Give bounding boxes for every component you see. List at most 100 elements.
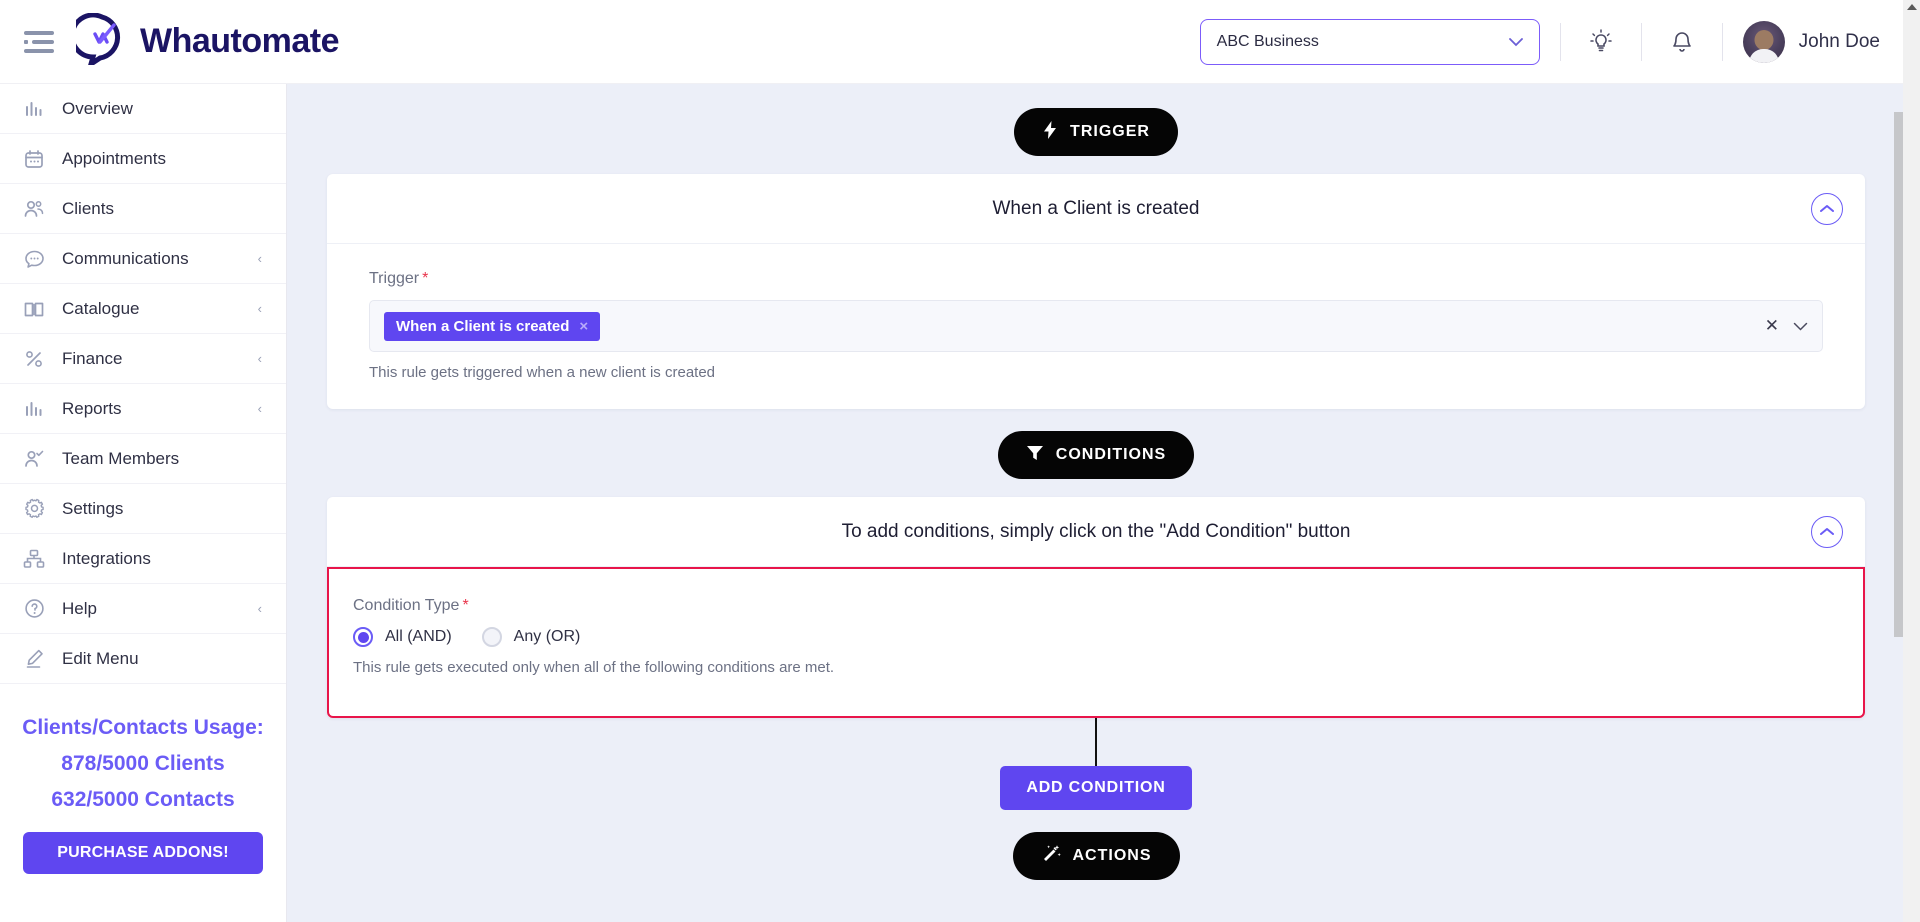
conditions-card-body: Condition Type * All (AND) Any (OR) This … [327, 567, 1865, 718]
sidebar-item-label: Overview [62, 98, 133, 118]
required-marker: * [462, 597, 469, 614]
sidebar: Overview Appointments Clients Communicat… [0, 84, 287, 922]
trigger-field-label: Trigger * [369, 270, 1823, 288]
whautomate-logo-icon [69, 12, 128, 70]
radio-option-all-and[interactable]: All (AND) [353, 627, 452, 647]
conditions-card-header: To add conditions, simply click on the "… [327, 497, 1865, 567]
sidebar-item-label: Catalogue [62, 298, 140, 318]
main-scrollbar-thumb[interactable] [1894, 112, 1903, 637]
close-icon[interactable]: × [579, 318, 588, 335]
hamburger-bar [24, 48, 54, 53]
chevron-up-icon[interactable] [1811, 515, 1843, 548]
sidebar-item-finance[interactable]: Finance ‹ [0, 334, 286, 384]
trigger-select-actions: ✕ [1765, 316, 1808, 336]
brand-name: Whautomate [140, 22, 340, 60]
lightning-bolt-icon [1042, 120, 1058, 145]
chevron-left-icon: ‹ [257, 401, 262, 416]
sidebar-item-catalogue[interactable]: Catalogue ‹ [0, 284, 286, 334]
chevron-down-icon [1508, 34, 1523, 50]
chevron-left-icon: ‹ [257, 251, 262, 266]
sidebar-item-label: Help [62, 598, 97, 618]
scroll-up-arrow-icon[interactable] [1907, 4, 1917, 10]
sidebar-item-integrations[interactable]: Integrations [0, 534, 286, 584]
radio-label: Any (OR) [513, 628, 581, 645]
hamburger-icon[interactable] [24, 30, 54, 53]
condition-helper-text: This rule gets executed only when all of… [353, 659, 835, 676]
sidebar-item-communications[interactable]: Communications ‹ [0, 234, 286, 284]
sidebar-item-appointments[interactable]: Appointments [0, 134, 286, 184]
sidebar-item-label: Appointments [62, 148, 166, 168]
sidebar-item-label: Edit Menu [62, 648, 139, 668]
sidebar-item-team-members[interactable]: Team Members [0, 434, 286, 484]
sidebar-item-clients[interactable]: Clients [0, 184, 286, 234]
avatar[interactable] [1742, 20, 1785, 63]
question-circle-icon [22, 597, 46, 621]
workflow-canvas: TRIGGER When a Client is created Trigger… [287, 84, 1905, 922]
conditions-card: To add conditions, simply click on the "… [327, 497, 1865, 718]
sidebar-item-label: Communications [62, 248, 189, 268]
trigger-card-body: Trigger * When a Client is created × ✕ Th… [327, 244, 1865, 409]
main-scrollbar[interactable] [1894, 84, 1903, 922]
radio-option-any-or[interactable]: Any (OR) [481, 627, 581, 647]
bar-chart-icon [22, 397, 46, 421]
brand-logo[interactable]: Whautomate [69, 12, 340, 70]
usage-panel: Clients/Contacts Usage: 878/5000 Clients… [0, 710, 286, 874]
sidebar-item-label: Reports [62, 398, 122, 418]
trigger-chip[interactable]: When a Client is created × [384, 311, 601, 341]
pencil-icon [22, 647, 46, 671]
trigger-pill[interactable]: TRIGGER [1014, 108, 1178, 156]
sidebar-item-overview[interactable]: Overview [0, 84, 286, 134]
purchase-addons-button[interactable]: PURCHASE ADDONS! [23, 832, 263, 874]
user-check-icon [22, 447, 46, 471]
sidebar-item-edit-menu[interactable]: Edit Menu [0, 634, 286, 684]
radio-label: All (AND) [385, 628, 452, 645]
bell-icon[interactable] [1662, 22, 1702, 62]
clear-icon[interactable]: ✕ [1765, 316, 1779, 336]
hamburger-bar [24, 39, 54, 44]
usage-contacts: 632/5000 Contacts [51, 788, 235, 811]
users-icon [22, 197, 46, 221]
radio-button[interactable] [481, 627, 502, 647]
conditions-pill-wrap: CONDITIONS [287, 431, 1905, 479]
chevron-left-icon: ‹ [257, 301, 262, 316]
trigger-chip-label: When a Client is created [396, 317, 570, 335]
sidebar-item-help[interactable]: Help ‹ [0, 584, 286, 634]
business-selector[interactable]: ABC Business [1199, 18, 1540, 65]
sidebar-item-settings[interactable]: Settings [0, 484, 286, 534]
sidebar-item-label: Clients [62, 198, 114, 218]
trigger-field-label-text: Trigger [369, 270, 420, 287]
add-condition-button[interactable]: ADD CONDITION [1000, 766, 1192, 810]
sidebar-item-label: Integrations [62, 548, 151, 568]
percent-icon [22, 347, 46, 371]
trigger-pill-wrap: TRIGGER [287, 108, 1905, 156]
divider [1640, 22, 1642, 61]
chevron-left-icon: ‹ [257, 601, 262, 616]
actions-pill-wrap: ACTIONS [287, 832, 1905, 880]
condition-type-radio-group: All (AND) Any (OR) [353, 627, 1839, 647]
actions-pill-label: ACTIONS [1072, 847, 1152, 864]
gear-icon [22, 497, 46, 521]
condition-type-label: Condition Type * [353, 597, 1839, 615]
trigger-select[interactable]: When a Client is created × ✕ [369, 300, 1823, 352]
magic-wand-icon [1041, 844, 1061, 869]
bar-chart-icon [22, 97, 46, 121]
sidebar-item-reports[interactable]: Reports ‹ [0, 384, 286, 434]
business-selector-value: ABC Business [1216, 32, 1319, 50]
divider [1559, 22, 1561, 61]
page-scrollbar[interactable] [1903, 0, 1920, 922]
book-icon [22, 297, 46, 321]
header-right-group: ABC Business John Doe [1199, 18, 1920, 65]
chevron-up-icon[interactable] [1811, 192, 1843, 225]
actions-pill[interactable]: ACTIONS [1012, 832, 1180, 880]
conditions-pill[interactable]: CONDITIONS [997, 431, 1195, 479]
conditions-card-title: To add conditions, simply click on the "… [841, 520, 1351, 542]
radio-button[interactable] [353, 627, 373, 647]
lightbulb-icon[interactable] [1581, 22, 1621, 62]
condition-type-label-text: Condition Type [353, 597, 460, 614]
chevron-down-icon[interactable] [1793, 319, 1808, 334]
sitemap-icon [22, 547, 46, 571]
sidebar-item-label: Finance [62, 348, 123, 368]
hamburger-bar [24, 30, 54, 35]
conditions-pill-label: CONDITIONS [1055, 446, 1167, 463]
divider [1721, 22, 1723, 61]
